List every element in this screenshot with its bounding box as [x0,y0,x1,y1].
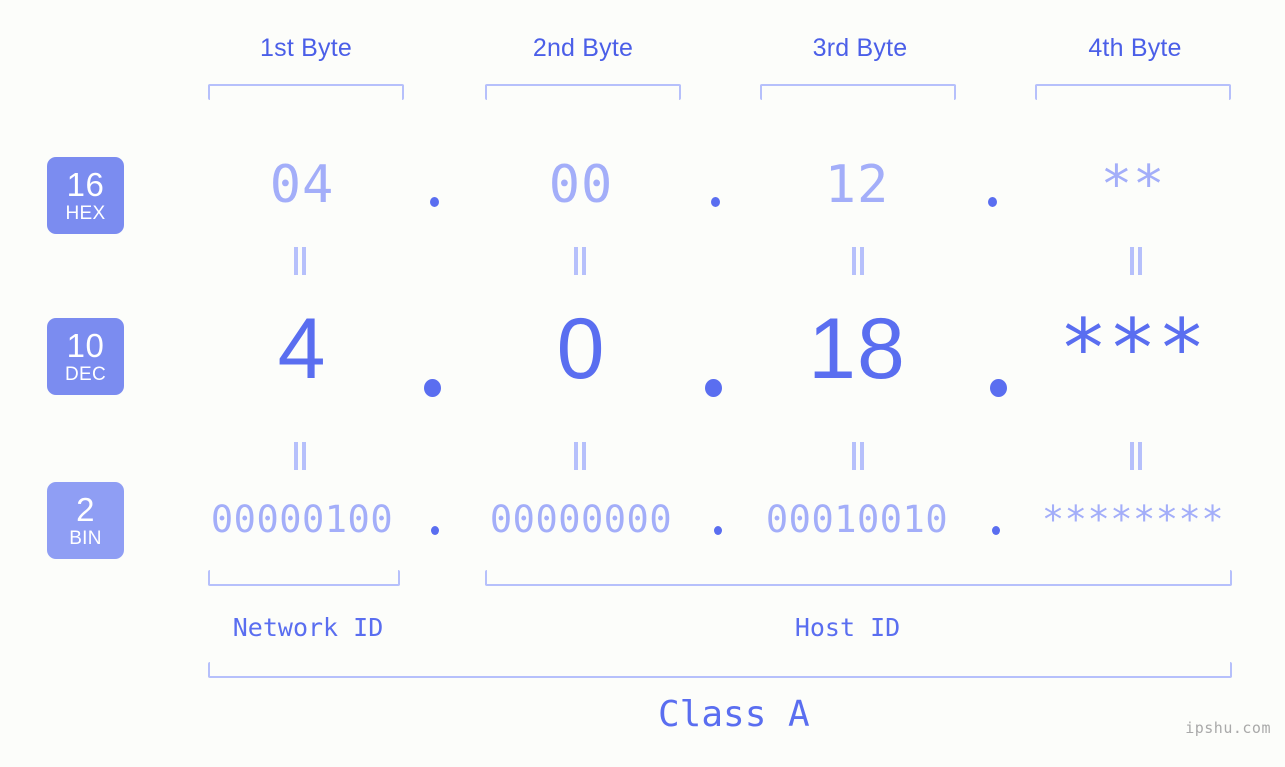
host-id-bracket [485,570,1232,586]
byte-bracket-1 [208,84,404,100]
base-badge-hex: 16 HEX [47,157,124,234]
bin-byte-3: 00010010 [765,498,949,541]
base-badge-dec-name: DEC [64,364,106,385]
dec-byte-4: *** [1059,302,1207,395]
base-badge-bin: 2 BIN [47,482,124,559]
dec-byte-1: 4 [277,301,327,397]
base-badge-hex-number: 16 [66,166,105,203]
host-id-label: Host ID [794,613,901,642]
base-badge-dec: 10 DEC [47,318,124,395]
dec-byte-2: 0 [556,301,606,397]
equality-marker-hex-dec-4 [1129,247,1143,275]
byte-header-label-3: 3rd Byte [812,34,908,62]
equality-marker-dec-bin-4 [1129,442,1143,470]
dec-separator-dot-2 [705,379,722,397]
dec-separator-dot-1 [424,379,441,397]
hex-separator-dot-2 [711,197,720,207]
bin-byte-1: 00000100 [210,498,394,541]
equality-marker-hex-dec-2 [573,247,587,275]
network-id-bracket [208,570,400,586]
bin-separator-dot-2 [714,526,722,535]
bin-separator-dot-3 [992,526,1000,535]
byte-header-label-4: 4th Byte [1088,34,1182,62]
class-bracket [208,662,1232,678]
ip-address-breakdown-diagram: 1st Byte 2nd Byte 3rd Byte 4th Byte 16 H… [0,0,1285,767]
equality-marker-dec-bin-3 [851,442,865,470]
byte-bracket-4 [1035,84,1231,100]
bin-byte-2: 00000000 [489,498,673,541]
equality-marker-dec-bin-1 [293,442,307,470]
hex-separator-dot-1 [430,197,439,207]
equality-marker-dec-bin-2 [573,442,587,470]
hex-byte-2: 00 [548,155,614,215]
byte-header-label-2: 2nd Byte [532,34,634,62]
hex-byte-1: 04 [269,155,335,215]
bin-separator-dot-1 [431,526,439,535]
base-badge-bin-number: 2 [76,491,95,528]
hex-byte-3: 12 [824,155,890,215]
network-id-label: Network ID [232,613,384,642]
byte-bracket-3 [760,84,956,100]
base-badge-hex-name: HEX [65,203,106,224]
dec-byte-3: 18 [808,301,906,397]
site-watermark: ipshu.com [1185,719,1271,737]
class-label: Class A [658,694,810,735]
byte-header-label-1: 1st Byte [260,34,352,62]
hex-separator-dot-3 [988,197,997,207]
equality-marker-hex-dec-3 [851,247,865,275]
equality-marker-hex-dec-1 [293,247,307,275]
dec-separator-dot-3 [990,379,1007,397]
byte-bracket-2 [485,84,681,100]
base-badge-bin-name: BIN [69,528,102,549]
hex-byte-4: ** [1100,155,1166,215]
base-badge-dec-number: 10 [66,327,105,364]
bin-byte-4: ******** [1041,498,1225,541]
